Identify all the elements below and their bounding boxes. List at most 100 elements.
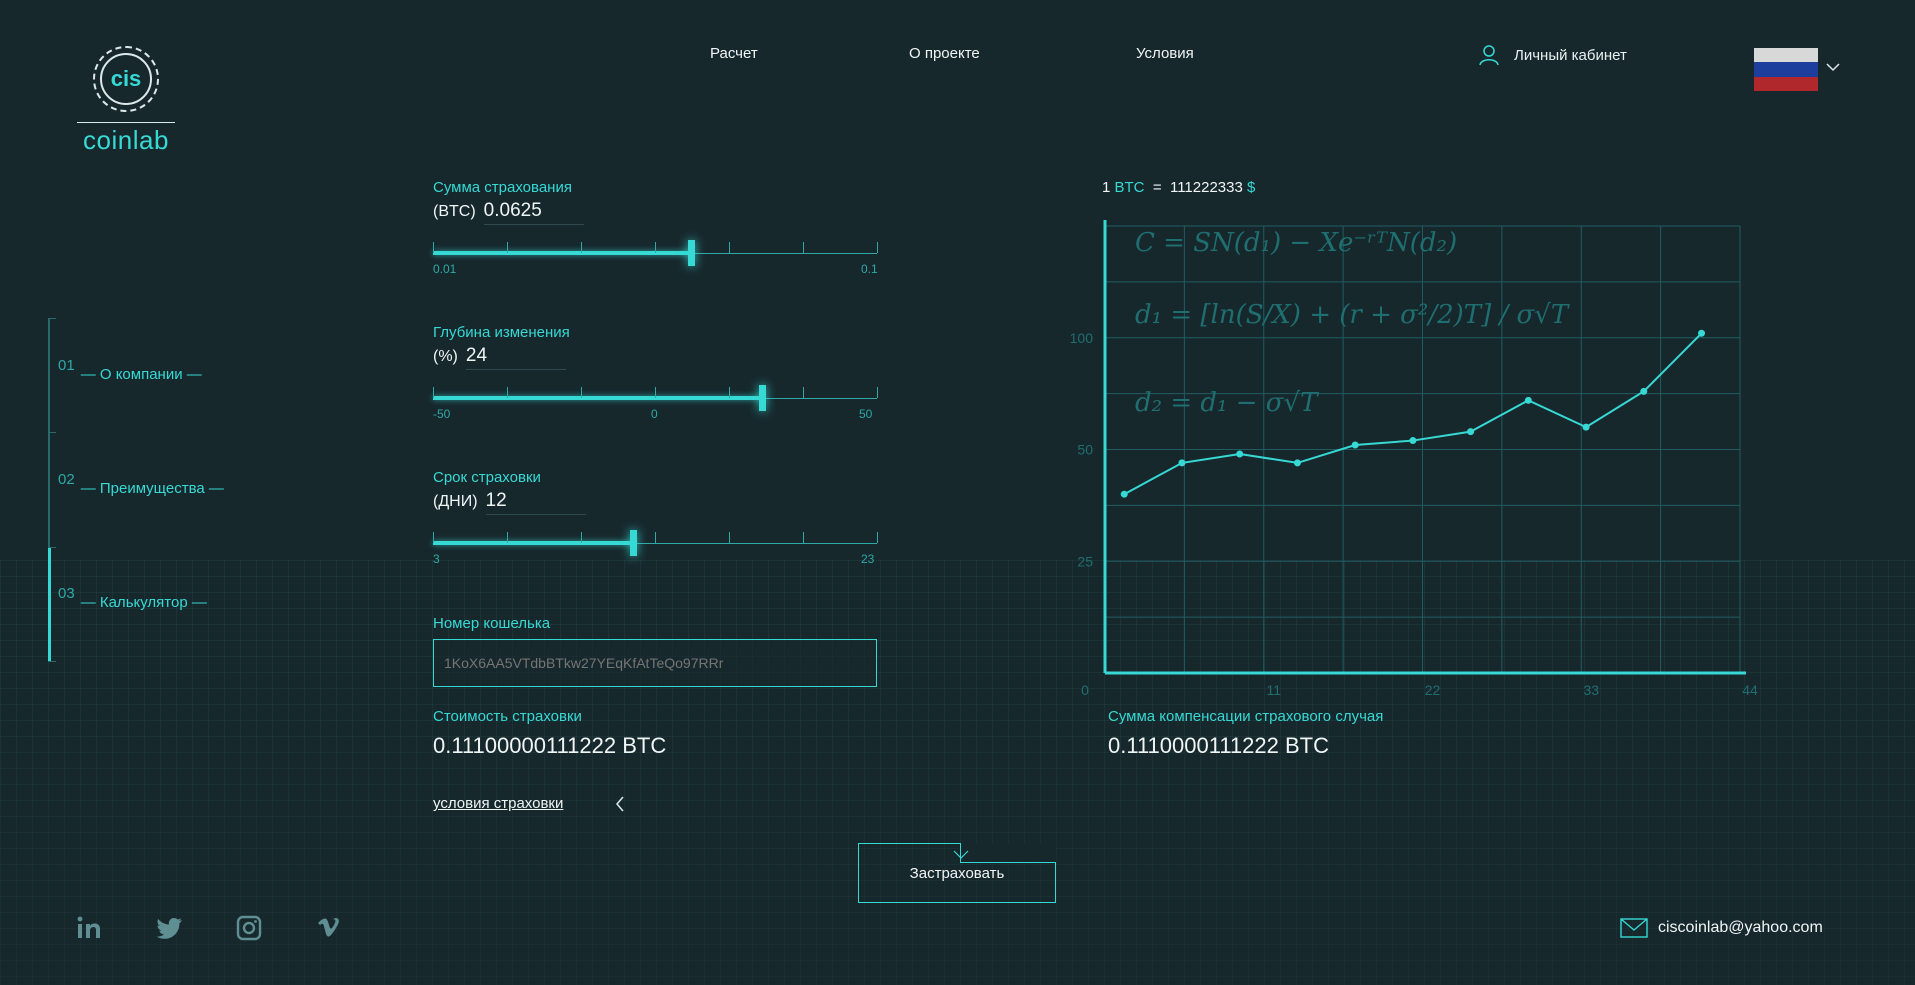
side-nav-active-indicator xyxy=(48,547,51,661)
slider-tick xyxy=(433,387,434,398)
flag-stripe-red xyxy=(1754,76,1818,91)
y-tick-label: 100 xyxy=(1070,330,1094,346)
nav-about[interactable]: О проекте xyxy=(909,45,980,62)
depth-value[interactable]: 24 xyxy=(465,345,566,370)
slider-tick xyxy=(433,532,434,543)
email-address: ciscoinlab@yahoo.com xyxy=(1658,919,1823,936)
slider-handle[interactable] xyxy=(687,240,695,266)
data-point xyxy=(1178,459,1186,467)
y-tick-label: 50 xyxy=(1077,442,1093,458)
account-link[interactable]: Личный кабинет xyxy=(1478,44,1627,66)
sum-slider[interactable] xyxy=(433,240,878,266)
y-tick-label: 25 xyxy=(1077,553,1093,569)
slider-tick xyxy=(581,242,582,253)
logo-divider xyxy=(77,122,175,123)
depth-min: -50 xyxy=(433,407,451,421)
formula-d2: d₂ = d₁ − σ√T xyxy=(1135,388,1318,418)
vimeo-icon[interactable] xyxy=(316,915,342,941)
rate-currency: BTC xyxy=(1114,179,1145,196)
chevron-left-icon[interactable] xyxy=(614,794,626,814)
button-decoration xyxy=(960,843,1056,863)
slider-handle[interactable] xyxy=(758,385,766,411)
language-flag[interactable] xyxy=(1754,48,1818,91)
term-max: 23 xyxy=(861,552,875,566)
slider-tick xyxy=(729,242,730,253)
x-tick-label: 11 xyxy=(1266,682,1281,698)
slider-tick xyxy=(729,387,730,398)
cost-value: 0.11100000111222 BTC xyxy=(433,733,667,758)
side-nav-num: 01 xyxy=(58,357,75,374)
rate-equals: = xyxy=(1152,179,1162,196)
data-point xyxy=(1524,396,1532,404)
logo-badge: cis xyxy=(93,46,159,112)
data-point xyxy=(1236,450,1244,458)
data-point xyxy=(1409,437,1417,445)
side-nav-label: — О компании — xyxy=(80,366,202,383)
slider-tick xyxy=(877,532,878,543)
user-icon xyxy=(1479,45,1499,66)
depth-slider[interactable] xyxy=(433,385,878,411)
term-slider[interactable] xyxy=(433,530,878,556)
side-nav-tick xyxy=(48,432,56,433)
side-nav-tick xyxy=(48,661,56,662)
depth-max: 50 xyxy=(859,407,873,421)
nav-terms[interactable]: Условия xyxy=(1136,45,1194,62)
data-point xyxy=(1698,329,1706,337)
terms-link[interactable]: условия страховки xyxy=(433,795,563,812)
side-nav-item-advantages[interactable]: 02 — Преимущества — xyxy=(58,471,224,497)
twitter-icon[interactable] xyxy=(156,915,184,941)
depth-unit: (%) xyxy=(433,348,458,365)
nav-calc[interactable]: Расчет xyxy=(710,45,758,62)
slider-handle[interactable] xyxy=(629,530,637,556)
instagram-icon[interactable] xyxy=(236,915,262,941)
wallet-input[interactable] xyxy=(433,639,877,687)
sum-value[interactable]: 0.0625 xyxy=(483,200,584,225)
term-value[interactable]: 12 xyxy=(485,490,586,515)
side-nav-label: — Калькулятор — xyxy=(80,594,207,611)
slider-tick xyxy=(877,242,878,253)
arrow-down-icon xyxy=(953,850,969,859)
slider-tick xyxy=(507,387,508,398)
wallet-label: Номер кошелька xyxy=(433,615,551,632)
sum-unit: (BTC) xyxy=(433,203,476,220)
side-nav-item-company[interactable]: 01 — О компании — xyxy=(58,357,202,383)
mail-icon xyxy=(1620,918,1648,938)
slider-tick xyxy=(581,387,582,398)
btc-rate: 1 BTC = 111222333 $ xyxy=(1102,179,1255,196)
cost-label: Стоимость страховки xyxy=(433,708,582,725)
slider-tick xyxy=(877,387,878,398)
chart: 25 50 100 0 11 22 33 44 xyxy=(1070,220,1758,698)
side-nav-item-calculator[interactable]: 03 — Калькулятор — xyxy=(58,585,207,611)
slider-tick xyxy=(655,387,656,398)
depth-label: Глубина изменения xyxy=(433,324,570,341)
side-nav-tick xyxy=(48,318,56,319)
formula-d1: d₁ = [ln(S/X) + (r + σ²/2)T] / σ√T xyxy=(1135,300,1569,330)
x-tick-label: 44 xyxy=(1742,682,1758,698)
side-nav-num: 03 xyxy=(58,585,75,602)
logo[interactable]: cis coinlab xyxy=(76,46,176,156)
chevron-down-icon[interactable] xyxy=(1826,62,1840,72)
formula-c: C = SN(d₁) − Xe⁻ʳᵀN(d₂) xyxy=(1135,228,1458,258)
depth-value-row: (%) 24 xyxy=(433,345,566,370)
depth-mid: 0 xyxy=(651,407,658,421)
term-min: 3 xyxy=(433,552,440,566)
slider-tick xyxy=(803,242,804,253)
data-point xyxy=(1467,428,1475,436)
sum-label: Сумма страхования xyxy=(433,179,572,196)
account-label: Личный кабинет xyxy=(1514,46,1627,64)
compensation-label: Сумма компенсации страхового случая xyxy=(1108,708,1384,725)
email-link[interactable]: ciscoinlab@yahoo.com xyxy=(1620,918,1823,938)
linkedin-icon[interactable] xyxy=(76,915,102,941)
slider-tick xyxy=(803,387,804,398)
term-unit: (ДНИ) xyxy=(433,493,478,510)
x-tick-label: 22 xyxy=(1425,682,1441,698)
slider-tick xyxy=(507,532,508,543)
rate-value: 111222333 xyxy=(1169,179,1243,196)
slider-fill xyxy=(433,251,691,255)
x-tick-label: 0 xyxy=(1081,682,1089,698)
rate-symbol: $ xyxy=(1247,179,1256,196)
flag-stripe-blue xyxy=(1754,62,1818,77)
side-nav-tick xyxy=(48,547,56,548)
slider-tick xyxy=(729,532,730,543)
logo-name: coinlab xyxy=(83,125,169,155)
